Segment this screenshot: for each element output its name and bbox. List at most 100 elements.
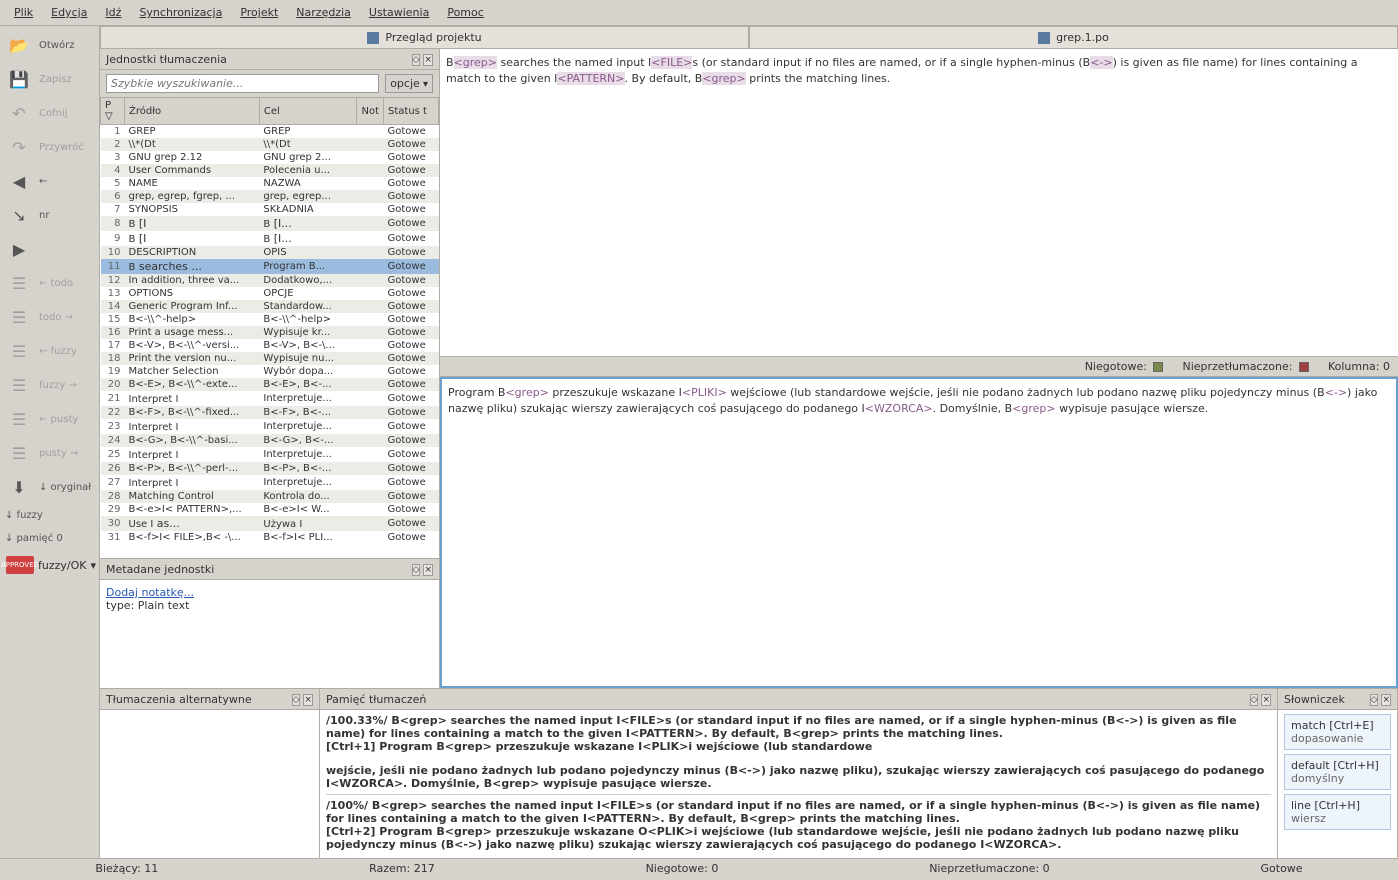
search-input[interactable] [106,74,379,93]
alt-title: Tłumaczenia alternatywne [106,693,252,706]
fuzzy-prev-button[interactable]: ☰← fuzzy [2,336,97,366]
table-row[interactable]: 31B<-f>I< FILE>,B< -\...B<-f>I< PLI...Go… [101,531,439,544]
gloss-title: Słowniczek [1284,693,1345,706]
fuzzy-ok-button[interactable]: APPROVEDfuzzy/OK▾ [2,552,97,578]
table-row[interactable]: 2\\*(Dt\\*(DtGotowe [101,138,439,151]
menu-file[interactable]: Plik [6,3,41,22]
alt-body [100,710,319,858]
menu-go[interactable]: Idź [97,3,129,22]
table-row[interactable]: 29B<-e>I< PATTERN>,...B<-e>I< W...Gotowe [101,503,439,516]
list-icon: ☰ [5,306,33,328]
prev-button[interactable]: ◀← [2,166,97,196]
menu-sync[interactable]: Synchronizacja [131,3,230,22]
table-row[interactable]: 21Interpret IInterpretuje...Gotowe [101,391,439,406]
detach-icon[interactable]: ◇ [1250,694,1259,706]
menu-settings[interactable]: Ustawienia [361,3,437,22]
list-icon: ☰ [5,340,33,362]
original-button[interactable]: ⬇↓ oryginał [2,472,97,502]
units-panel-title: Jednostki tłumaczenia [106,53,227,66]
not-ready-icon [1153,362,1163,372]
table-row[interactable]: 23Interpret IInterpretuje...Gotowe [101,419,439,434]
empty-next-button[interactable]: ☰pusty → [2,438,97,468]
detach-icon[interactable]: ◇ [412,564,421,576]
table-row[interactable]: 7SYNOPSISSKŁADNIAGotowe [101,203,439,216]
menu-project[interactable]: Projekt [232,3,286,22]
table-row[interactable]: 24B<-G>, B<-\\^-basi...B<-G>, B<-...Goto… [101,434,439,447]
detach-icon[interactable]: ◇ [1370,694,1379,706]
table-row[interactable]: 30Use I as...Używa IGotowe [101,516,439,531]
detach-icon[interactable]: ◇ [412,54,421,66]
play-button[interactable]: ▶ [2,234,97,264]
memory-button[interactable]: ↓ pamięć 0 [2,529,97,548]
table-row[interactable]: 8B [IB [I...Gotowe [101,216,439,231]
table-row[interactable]: 18Print the version nu...Wypisuje nu...G… [101,352,439,365]
close-icon[interactable]: × [1261,694,1271,706]
table-row[interactable]: 20B<-E>, B<-\\^-exte...B<-E>, B<-...Goto… [101,378,439,391]
open-button[interactable]: 📂Otwórz [2,30,97,60]
col-not[interactable]: Not [357,98,384,125]
source-text-area: B<grep> searches the named input I<FILE>… [440,49,1398,357]
detach-icon[interactable]: ◇ [292,694,301,706]
target-text-area[interactable]: Program B<grep> przeszukuje wskazane I<P… [440,377,1398,688]
table-row[interactable]: 1GREPGREPGotowe [101,125,439,139]
table-row[interactable]: 12In addition, three va...Dodatkowo,...G… [101,274,439,287]
close-icon[interactable]: × [423,54,433,66]
meta-title: Metadane jednostki [106,563,214,576]
table-row[interactable]: 13OPTIONSOPCJEGotowe [101,287,439,300]
menu-edit[interactable]: Edycja [43,3,95,22]
table-row[interactable]: 16Print a usage mess...Wypisuje kr...Got… [101,326,439,339]
arrow-icon: ↘ [5,204,33,226]
table-row[interactable]: 10DESCRIPTIONOPISGotowe [101,246,439,259]
units-table[interactable]: P ▽ Źródło Cel Not Status t 1GREPGREPGot… [100,97,439,558]
chevron-down-icon: ▾ [90,559,96,572]
table-row[interactable]: 6grep, egrep, fgrep, ...grep, egrep...Go… [101,190,439,203]
add-note-link[interactable]: Dodaj notatkę... [106,586,194,599]
table-row[interactable]: 14Generic Program Inf...Standardow...Got… [101,300,439,313]
fuzzy-down-button[interactable]: ↓ fuzzy [2,506,97,525]
tab-file[interactable]: grep.1.po [749,26,1398,48]
table-row[interactable]: 15B<-\\^-help>B<-\\^-help>Gotowe [101,313,439,326]
col-src[interactable]: Źródło [125,98,260,125]
glossary-item[interactable]: default [Ctrl+H]domyślny [1284,754,1391,790]
glossary-item[interactable]: line [Ctrl+H]wiersz [1284,794,1391,830]
table-row[interactable]: 22B<-F>, B<-\\^-fixed...B<-F>, B<-...Got… [101,406,439,419]
status-notready: Niegotowe: 0 [646,862,719,875]
options-button[interactable]: opcje ▾ [385,74,433,93]
table-row[interactable]: 25Interpret IInterpretuje...Gotowe [101,447,439,462]
close-icon[interactable]: × [1381,694,1391,706]
play-icon: ▶ [5,238,33,260]
tab-overview[interactable]: Przegląd projektu [100,26,749,48]
todo-next-button[interactable]: ☰todo → [2,302,97,332]
undo-button[interactable]: ↶Cofnij [2,98,97,128]
table-row[interactable]: 5NAMENAZWAGotowe [101,177,439,190]
col-st[interactable]: Status t [384,98,439,125]
table-row[interactable]: 17B<-V>, B<-\\^-versi...B<-V>, B<-\...Go… [101,339,439,352]
meta-panel-header: Metadane jednostki ◇× [100,559,439,580]
table-row[interactable]: 27Interpret IInterpretuje...Gotowe [101,475,439,490]
close-icon[interactable]: × [303,694,313,706]
meta-type: type: Plain text [106,599,189,612]
redo-button[interactable]: ↷Przywróć [2,132,97,162]
table-row[interactable]: 3GNU grep 2.12GNU grep 2...Gotowe [101,151,439,164]
empty-prev-button[interactable]: ☰← pusty [2,404,97,434]
fuzzy-next-button[interactable]: ☰fuzzy → [2,370,97,400]
col-pv[interactable]: P ▽ [101,98,125,125]
glossary-item[interactable]: match [Ctrl+E]dopasowanie [1284,714,1391,750]
todo-prev-button[interactable]: ☰← todo [2,268,97,298]
save-button[interactable]: 💾Zapisz [2,64,97,94]
table-row[interactable]: 28Matching ControlKontrola do...Gotowe [101,490,439,503]
tm-body[interactable]: /100.33%/ B<grep> searches the named inp… [320,710,1277,858]
table-row[interactable]: 9B [IB [I...Gotowe [101,231,439,246]
status-bar: Bieżący: 11 Razem: 217 Niegotowe: 0 Niep… [0,858,1398,878]
table-row[interactable]: 19Matcher SelectionWybór dopa...Gotowe [101,365,439,378]
menu-tools[interactable]: Narzędzia [288,3,359,22]
nr-button[interactable]: ↘nr [2,200,97,230]
menu-help[interactable]: Pomoc [439,3,491,22]
table-row[interactable]: 26B<-P>, B<-\\^-perl-...B<-P>, B<-...Got… [101,462,439,475]
file-tabs: Przegląd projektu grep.1.po [100,26,1398,49]
folder-icon: 📂 [5,34,33,56]
col-tgt[interactable]: Cel [259,98,357,125]
table-row[interactable]: 4User CommandsPolecenia u...Gotowe [101,164,439,177]
table-row[interactable]: 11B searches ...Program B...Gotowe [101,259,439,274]
close-icon[interactable]: × [423,564,433,576]
